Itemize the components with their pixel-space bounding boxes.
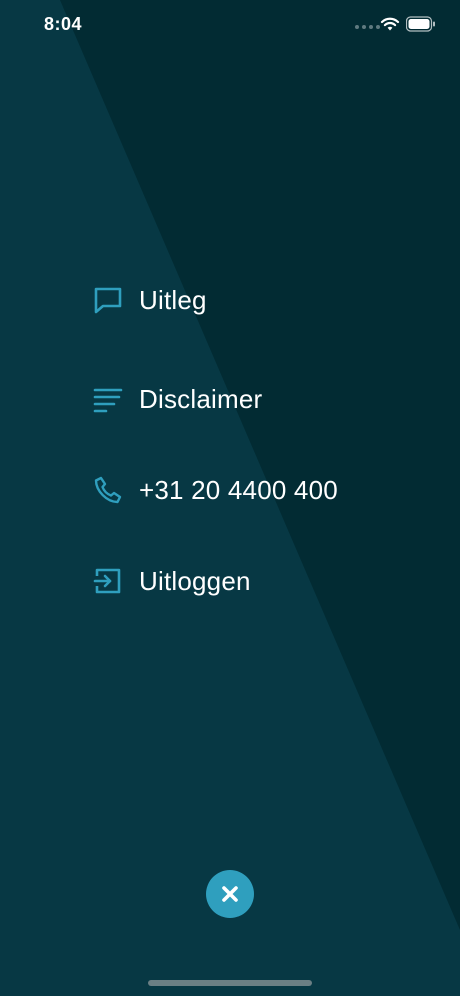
menu-item-uitloggen[interactable]: Uitloggen [92, 557, 251, 605]
menu-item-disclaimer[interactable]: Disclaimer [92, 375, 262, 423]
close-icon [222, 886, 238, 902]
wifi-icon [380, 17, 400, 31]
close-button[interactable] [206, 870, 254, 918]
battery-icon [406, 16, 435, 32]
menu-item-label: Uitleg [139, 284, 207, 315]
status-time: 8:04 [44, 14, 83, 34]
status-bar: 8:04 [0, 0, 460, 52]
phone-icon [92, 474, 124, 506]
menu-item-label: +31 20 4400 400 [139, 474, 338, 505]
menu-item-label: Disclaimer [139, 383, 263, 414]
logout-icon [92, 565, 124, 597]
home-indicator[interactable] [148, 980, 312, 986]
menu-item-phone[interactable]: +31 20 4400 400 [92, 466, 338, 514]
menu-item-label: Uitloggen [139, 565, 251, 596]
chat-bubble-icon [92, 284, 124, 316]
menu-item-uitleg[interactable]: Uitleg [92, 276, 207, 324]
text-lines-icon [92, 383, 124, 415]
cellular-signal-icon [355, 25, 380, 29]
